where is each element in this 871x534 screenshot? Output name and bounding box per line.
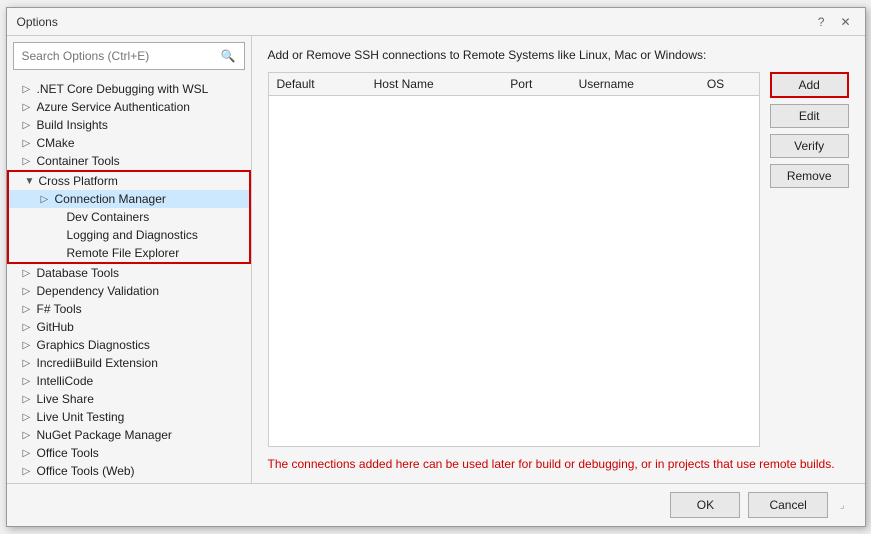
tree-item-incredibuild[interactable]: ▷ IncrediiBuild Extension <box>7 354 251 372</box>
tree-item-database-tools[interactable]: ▷ Database Tools <box>7 264 251 282</box>
tree-item-live-unit-testing[interactable]: ▷ Live Unit Testing <box>7 408 251 426</box>
expand-icon-spacer <box>53 212 65 223</box>
tree-item-logging[interactable]: Logging and Diagnostics <box>9 226 249 244</box>
col-port: Port <box>502 73 570 96</box>
tree-item-remote-file-explorer[interactable]: Remote File Explorer <box>9 244 249 262</box>
expand-icon-spacer <box>53 248 65 259</box>
tree-item-github[interactable]: ▷ GitHub <box>7 318 251 336</box>
tree-item-label: Live Share <box>37 392 94 406</box>
close-button[interactable]: ✕ <box>836 15 854 29</box>
tree-item-cmake[interactable]: ▷ CMake <box>7 134 251 152</box>
description-text: Add or Remove SSH connections to Remote … <box>268 48 849 62</box>
cancel-button[interactable]: Cancel <box>748 492 827 518</box>
tree-item-intellicode[interactable]: ▷ IntelliCode <box>7 372 251 390</box>
tree-item-dependency-validation[interactable]: ▷ Dependency Validation <box>7 282 251 300</box>
connections-table: Default Host Name Port Username OS <box>269 73 759 96</box>
connections-table-container[interactable]: Default Host Name Port Username OS <box>268 72 760 447</box>
resize-handle[interactable]: ⌟ <box>836 498 849 513</box>
options-dialog: Options ? ✕ 🔍 ▷ .NET Core Debugging with… <box>6 7 866 527</box>
tree-item-azure[interactable]: ▷ Azure Service Authentication <box>7 98 251 116</box>
cross-platform-group: ▼ Cross Platform ▷ Connection Manager De… <box>7 170 251 264</box>
action-buttons: Add Edit Verify Remove <box>770 72 849 447</box>
tree-item-cross-platform[interactable]: ▼ Cross Platform <box>9 172 249 190</box>
search-box[interactable]: 🔍 <box>13 42 245 70</box>
bottom-note: The connections added here can be used l… <box>268 457 849 471</box>
col-username: Username <box>571 73 699 96</box>
tree-item-net-core[interactable]: ▷ .NET Core Debugging with WSL <box>7 80 251 98</box>
tree-item-label: Dev Containers <box>67 210 150 224</box>
expand-arrow: ▷ <box>23 102 35 113</box>
tree-item-nuget[interactable]: ▷ NuGet Package Manager <box>7 426 251 444</box>
tree-item-dev-containers[interactable]: Dev Containers <box>9 208 249 226</box>
dialog-body: 🔍 ▷ .NET Core Debugging with WSL ▷ Azure… <box>7 36 865 483</box>
tree-item-label: NuGet Package Manager <box>37 428 172 442</box>
tree-item-label: Logging and Diagnostics <box>67 228 198 242</box>
dialog-title: Options <box>17 15 58 29</box>
tree-item-label: Cross Platform <box>39 174 118 188</box>
expand-arrow: ▷ <box>23 268 35 279</box>
tree-item-connection-manager[interactable]: ▷ Connection Manager <box>9 190 249 208</box>
search-icon: 🔍 <box>221 49 236 63</box>
tree-item-label: Graphics Diagnostics <box>37 338 150 352</box>
expand-arrow: ▷ <box>23 412 35 423</box>
expand-arrow: ▷ <box>23 138 35 149</box>
tree-item-label: GitHub <box>37 320 74 334</box>
help-button[interactable]: ? <box>814 15 829 29</box>
expand-arrow: ▷ <box>23 286 35 297</box>
tree-item-container-tools[interactable]: ▷ Container Tools <box>7 152 251 170</box>
tree-item-office-tools-web[interactable]: ▷ Office Tools (Web) <box>7 462 251 480</box>
tree-item-label: Dependency Validation <box>37 284 160 298</box>
expand-arrow: ▷ <box>23 120 35 131</box>
expand-arrow: ▷ <box>23 304 35 315</box>
tree-item-label: IntelliCode <box>37 374 94 388</box>
tree-item-label: Live Unit Testing <box>37 410 125 424</box>
expand-arrow: ▷ <box>41 194 53 205</box>
remove-button[interactable]: Remove <box>770 164 849 188</box>
expand-arrow: ▷ <box>23 340 35 351</box>
tree-item-label: Connection Manager <box>55 192 166 206</box>
expand-icon-spacer <box>53 230 65 241</box>
dialog-footer: OK Cancel ⌟ <box>7 483 865 526</box>
tree-item-fsharp[interactable]: ▷ F# Tools <box>7 300 251 318</box>
expand-arrow: ▷ <box>23 394 35 405</box>
edit-button[interactable]: Edit <box>770 104 849 128</box>
tree-item-label: IncrediiBuild Extension <box>37 356 158 370</box>
expand-arrow: ▷ <box>23 322 35 333</box>
tree-item-label: Build Insights <box>37 118 108 132</box>
title-bar: Options ? ✕ <box>7 8 865 36</box>
search-input[interactable] <box>22 49 221 63</box>
expand-arrow: ▷ <box>23 156 35 167</box>
left-panel: 🔍 ▷ .NET Core Debugging with WSL ▷ Azure… <box>7 36 252 483</box>
expand-arrow: ▷ <box>23 84 35 95</box>
tree-item-label: Container Tools <box>37 154 120 168</box>
tree-item-label: Remote File Explorer <box>67 246 180 260</box>
tree-item-graphics-diagnostics[interactable]: ▷ Graphics Diagnostics <box>7 336 251 354</box>
expand-arrow: ▷ <box>23 430 35 441</box>
tree-item-label: Office Tools <box>37 446 99 460</box>
col-hostname: Host Name <box>366 73 503 96</box>
expand-arrow: ▷ <box>23 358 35 369</box>
expand-arrow: ▷ <box>23 448 35 459</box>
tree-item-label: .NET Core Debugging with WSL <box>37 82 209 96</box>
tree-item-build-insights[interactable]: ▷ Build Insights <box>7 116 251 134</box>
verify-button[interactable]: Verify <box>770 134 849 158</box>
tree-item-label: F# Tools <box>37 302 82 316</box>
tree-container[interactable]: ▷ .NET Core Debugging with WSL ▷ Azure S… <box>7 76 251 483</box>
tree-item-label: Database Tools <box>37 266 120 280</box>
expand-arrow: ▷ <box>23 376 35 387</box>
col-os: OS <box>699 73 759 96</box>
add-button[interactable]: Add <box>770 72 849 98</box>
tree-item-office-tools[interactable]: ▷ Office Tools <box>7 444 251 462</box>
connections-area: Default Host Name Port Username OS <box>268 72 849 447</box>
tree-item-label: Office Tools (Web) <box>37 464 135 478</box>
ok-button[interactable]: OK <box>670 492 740 518</box>
right-panel: Add or Remove SSH connections to Remote … <box>252 36 865 483</box>
tree-item-label: CMake <box>37 136 75 150</box>
expand-arrow: ▼ <box>25 176 37 187</box>
tree-item-label: Azure Service Authentication <box>37 100 190 114</box>
expand-arrow: ▷ <box>23 466 35 477</box>
col-default: Default <box>269 73 366 96</box>
title-controls: ? ✕ <box>814 15 855 29</box>
tree-item-live-share[interactable]: ▷ Live Share <box>7 390 251 408</box>
